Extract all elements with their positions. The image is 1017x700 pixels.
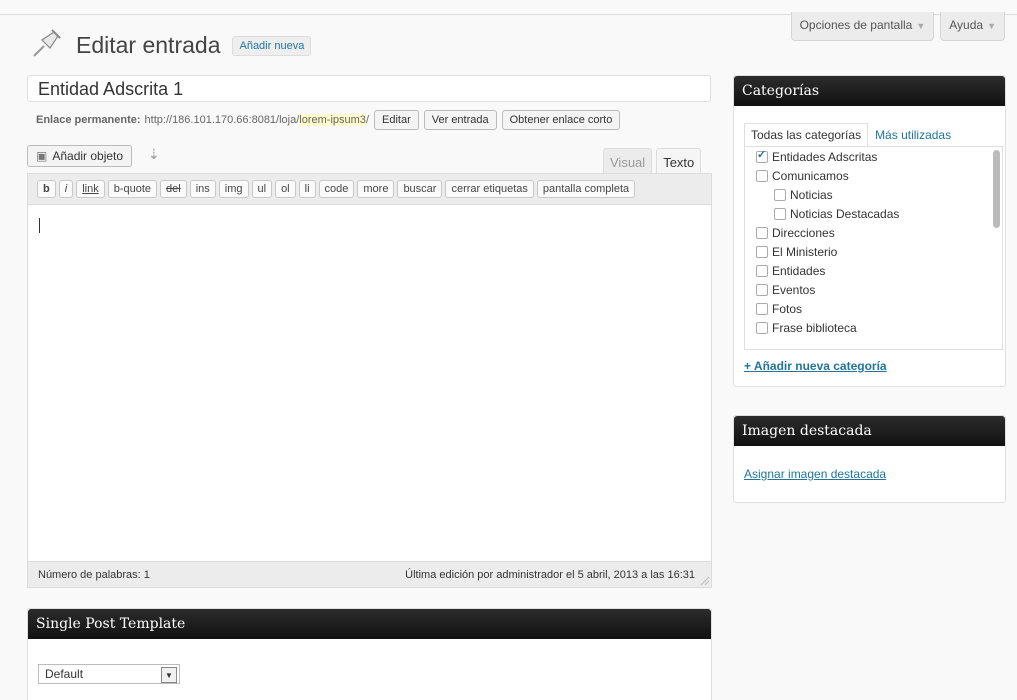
media-icon: ▣: [36, 149, 48, 163]
checkbox[interactable]: [756, 264, 768, 277]
category-item[interactable]: Comunicamos: [745, 166, 1002, 185]
page-header: Editar entrada Añadir nueva: [30, 26, 312, 65]
category-label: Noticias: [790, 187, 833, 202]
checkbox[interactable]: [756, 226, 768, 239]
single-post-template-box: Single Post Template Default ▼: [27, 608, 712, 700]
tab-most-used[interactable]: Más utilizadas: [868, 123, 958, 148]
last-edit-info: Última edición por administrador el 5 ab…: [405, 568, 695, 581]
set-featured-image-link[interactable]: Asignar imagen destacada: [744, 467, 886, 481]
screen-meta-links: Opciones de pantalla ▼ Ayuda ▼: [790, 12, 1005, 41]
checkbox[interactable]: [756, 169, 768, 182]
dropdown-arrow-icon: ▼: [161, 667, 177, 683]
edit-permalink-button[interactable]: Editar: [374, 110, 419, 130]
tab-visual[interactable]: Visual: [603, 148, 653, 175]
checkbox[interactable]: [756, 302, 768, 315]
categories-box: Categorías Todas las categorías Más util…: [733, 75, 1006, 387]
featured-image-box: Imagen destacada Asignar imagen destacad…: [733, 415, 1006, 503]
post-editor: b i link b-quote del ins img ul ol li co…: [27, 173, 712, 588]
get-shortlink-button[interactable]: Obtener enlace corto: [501, 110, 621, 130]
checkbox[interactable]: [756, 321, 768, 334]
qt-ins-button[interactable]: ins: [189, 180, 216, 198]
screen-options-label: Opciones de pantalla: [799, 18, 913, 32]
qt-more-button[interactable]: more: [357, 180, 395, 198]
screen-options-button[interactable]: Opciones de pantalla ▼: [790, 12, 935, 41]
permalink-label: Enlace permanente:: [36, 114, 141, 126]
tab-text[interactable]: Texto: [656, 148, 702, 175]
checkbox[interactable]: [774, 188, 786, 201]
category-item[interactable]: Fotos: [745, 299, 1002, 318]
category-item[interactable]: Eventos: [745, 280, 1002, 299]
category-label: Direcciones: [772, 225, 835, 240]
view-post-button[interactable]: Ver entrada: [423, 110, 497, 130]
checkbox[interactable]: [756, 283, 768, 296]
featured-image-title[interactable]: Imagen destacada: [734, 416, 1005, 446]
add-new-button[interactable]: Añadir nueva: [232, 35, 312, 56]
category-label: Eventos: [772, 282, 816, 297]
chevron-down-icon: ▼: [987, 21, 996, 31]
tab-all-categories[interactable]: Todas las categorías: [744, 123, 869, 148]
category-label: El Ministerio: [772, 244, 838, 259]
qt-italic-button[interactable]: i: [58, 180, 74, 198]
qt-li-button[interactable]: li: [298, 180, 316, 198]
qt-blockquote-button[interactable]: b-quote: [107, 180, 158, 198]
arrow-down-icon[interactable]: ⇣: [148, 146, 160, 163]
add-new-category-link[interactable]: + Añadir nueva categoría: [744, 359, 887, 373]
category-item[interactable]: Noticias: [745, 185, 1002, 204]
qt-del-button[interactable]: del: [160, 180, 187, 198]
text-cursor: [39, 218, 40, 233]
permalink-base: http://186.101.170.66:8081/loja/: [144, 114, 300, 126]
post-title-input[interactable]: Entidad Adscrita 1: [27, 75, 711, 102]
template-selected-value: Default: [45, 667, 84, 681]
permalink-slug[interactable]: lorem-ipsum3: [299, 114, 366, 126]
qt-ul-button[interactable]: ul: [251, 180, 273, 198]
help-label: Ayuda: [949, 18, 984, 32]
qt-close-tags-button[interactable]: cerrar etiquetas: [445, 180, 534, 198]
category-item[interactable]: Entidades: [745, 261, 1002, 280]
category-item[interactable]: Direcciones: [745, 223, 1002, 242]
category-label: Entidades: [772, 263, 826, 278]
resize-handle-icon[interactable]: [699, 575, 709, 585]
category-label: Noticias Destacadas: [790, 206, 900, 221]
checkbox[interactable]: [756, 148, 768, 163]
qt-ol-button[interactable]: ol: [275, 180, 296, 198]
chevron-down-icon: ▼: [916, 21, 926, 31]
permalink-trail: /: [365, 114, 369, 126]
category-label: Frase biblioteca: [772, 320, 857, 335]
category-checklist: Entidades Adscritas Comunicamos Noticias…: [744, 146, 1003, 350]
categories-title[interactable]: Categorías: [734, 76, 1005, 106]
checkbox[interactable]: [774, 207, 786, 220]
category-item[interactable]: El Ministerio: [745, 242, 1002, 261]
category-tabs: Todas las categorías Más utilizadas: [744, 123, 958, 148]
content-textarea[interactable]: [28, 205, 711, 561]
scrollbar[interactable]: [993, 150, 1000, 228]
help-button[interactable]: Ayuda ▼: [940, 12, 1005, 41]
category-item[interactable]: Noticias Destacadas: [745, 204, 1002, 223]
category-item[interactable]: Frase biblioteca: [745, 318, 1002, 337]
qt-link-button[interactable]: link: [76, 180, 105, 198]
add-media-button[interactable]: ▣ Añadir objeto: [27, 145, 133, 167]
permalink-row: Enlace permanente: http://186.101.170.66…: [36, 110, 621, 130]
checkbox[interactable]: [756, 245, 768, 258]
qt-bold-button[interactable]: b: [37, 180, 56, 198]
qt-search-button[interactable]: buscar: [397, 180, 443, 198]
pushpin-icon: [30, 26, 64, 65]
add-media-label: Añadir objeto: [52, 149, 124, 163]
category-label: Comunicamos: [772, 168, 849, 183]
editor-status-bar: Número de palabras: 1 Última edición por…: [28, 561, 711, 587]
category-label: Fotos: [772, 301, 803, 316]
editor-tabs: Visual Texto: [603, 148, 702, 175]
category-item[interactable]: Entidades Adscritas: [745, 147, 1002, 166]
qt-img-button[interactable]: img: [218, 180, 249, 198]
template-select[interactable]: Default ▼: [38, 664, 180, 684]
quicktags-toolbar: b i link b-quote del ins img ul ol li co…: [28, 174, 711, 205]
page-title: Editar entrada: [76, 32, 221, 58]
qt-fullscreen-button[interactable]: pantalla completa: [536, 180, 636, 198]
category-label: Entidades Adscritas: [772, 149, 878, 164]
word-count: Número de palabras: 1: [38, 568, 150, 581]
template-box-title[interactable]: Single Post Template: [28, 609, 711, 639]
qt-code-button[interactable]: code: [318, 180, 355, 198]
